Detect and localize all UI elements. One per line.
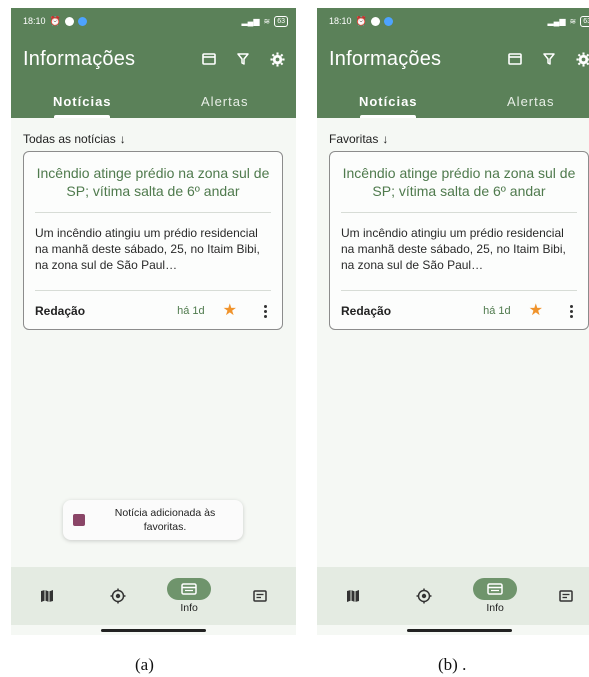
status-time: 18:10 <box>23 16 46 26</box>
filter-icon[interactable] <box>234 50 252 68</box>
tab-bar: Notícias Alertas <box>11 84 296 118</box>
status-time: 18:10 <box>329 16 352 26</box>
info-icon <box>473 578 518 600</box>
signal-icon: ▂▄▆ <box>547 16 566 26</box>
app-notification-icon <box>383 16 393 26</box>
view-icon[interactable] <box>200 50 218 68</box>
star-icon[interactable]: ★ <box>529 303 543 319</box>
nav-news[interactable] <box>531 567 589 625</box>
alarm-icon: ⏰ <box>49 15 61 26</box>
news-author: Redação <box>341 304 392 318</box>
news-title: Incêndio atinge prédio na zona sul de SP… <box>36 165 270 199</box>
news-card[interactable]: Incêndio atinge prédio na zona sul de SP… <box>329 151 589 330</box>
news-age: há 1d <box>483 305 511 317</box>
app-icon <box>73 514 85 526</box>
bottom-navigation: Info <box>317 567 589 625</box>
app-bar: Informações <box>11 34 296 84</box>
battery-icon: 63 <box>580 15 589 27</box>
snackbar-message: Notícia adicionada às favoritas. <box>114 507 216 533</box>
page-title: Informações <box>23 47 136 70</box>
battery-icon: 63 <box>274 15 288 27</box>
app-notification-icon <box>77 16 87 26</box>
home-indicator[interactable] <box>101 629 206 632</box>
phone-screen-b: 18:10 ⏰ ▂▄▆ ≋ 63 Informações Notícias Al… <box>317 8 589 635</box>
arrow-down-icon: ↓ <box>382 132 389 146</box>
nav-info[interactable]: Info <box>154 567 225 625</box>
bottom-navigation: Info <box>11 567 296 625</box>
news-summary: Um incêndio atingiu um prédio residencia… <box>35 226 260 272</box>
nav-info-label: Info <box>486 602 504 614</box>
home-indicator[interactable] <box>407 629 512 632</box>
wifi-icon: ≋ <box>263 16 271 26</box>
page-title: Informações <box>329 47 442 70</box>
news-author: Redação <box>35 304 86 318</box>
news-title: Incêndio atinge prédio na zona sul de SP… <box>342 165 576 199</box>
news-age: há 1d <box>177 305 205 317</box>
nav-location[interactable] <box>388 567 459 625</box>
status-bar: 18:10 ⏰ ▂▄▆ ≋ 63 <box>11 8 296 34</box>
tab-bar: Notícias Alertas <box>317 84 589 118</box>
info-icon <box>167 578 212 600</box>
signal-icon: ▂▄▆ <box>241 16 260 26</box>
status-bar: 18:10 ⏰ ▂▄▆ ≋ 63 <box>317 8 589 34</box>
news-summary: Um incêndio atingiu um prédio residencia… <box>341 226 566 272</box>
alarm-icon: ⏰ <box>355 15 367 26</box>
nav-location[interactable] <box>82 567 153 625</box>
view-icon[interactable] <box>506 50 524 68</box>
filter-icon[interactable] <box>540 50 558 68</box>
caption-b: (b) . <box>438 655 467 674</box>
tab-noticias[interactable]: Notícias <box>317 84 460 118</box>
settings-icon[interactable] <box>268 50 286 68</box>
phone-screen-a: 18:10 ⏰ ▂▄▆ ≋ 63 Informações Notícias Al… <box>11 8 296 635</box>
tab-noticias[interactable]: Notícias <box>11 84 154 118</box>
nav-map[interactable] <box>317 567 388 625</box>
notification-icon <box>64 16 74 26</box>
news-icon <box>544 585 588 607</box>
nav-news[interactable] <box>225 567 296 625</box>
caption-a: (a) <box>135 655 154 674</box>
star-icon[interactable]: ★ <box>223 303 237 319</box>
arrow-down-icon: ↓ <box>119 132 126 146</box>
news-icon <box>238 585 282 607</box>
location-icon <box>96 585 140 607</box>
map-icon <box>331 585 375 607</box>
wifi-icon: ≋ <box>569 16 577 26</box>
filter-label: Todas as notícias <box>23 132 116 146</box>
filter-label: Favoritas <box>329 132 379 146</box>
news-card[interactable]: Incêndio atinge prédio na zona sul de SP… <box>23 151 283 330</box>
app-bar: Informações <box>317 34 589 84</box>
nav-info-label: Info <box>180 602 198 614</box>
more-options-icon[interactable] <box>259 304 271 318</box>
notification-icon <box>370 16 380 26</box>
nav-map[interactable] <box>11 567 82 625</box>
tab-alertas[interactable]: Alertas <box>460 84 589 118</box>
settings-icon[interactable] <box>574 50 589 68</box>
location-icon <box>402 585 446 607</box>
tab-alertas[interactable]: Alertas <box>154 84 297 118</box>
map-icon <box>25 585 69 607</box>
more-options-icon[interactable] <box>565 304 577 318</box>
snackbar: Notícia adicionada às favoritas. <box>63 500 243 540</box>
nav-info[interactable]: Info <box>460 567 531 625</box>
